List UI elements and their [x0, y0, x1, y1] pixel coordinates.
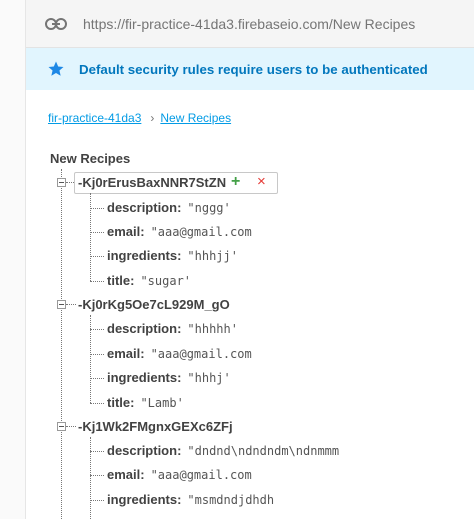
field-name: email:	[107, 467, 145, 482]
tree-guide	[90, 437, 91, 519]
breadcrumb-current-link[interactable]: New Recipes	[160, 111, 231, 125]
tree-guide	[90, 475, 104, 476]
collapse-toggle[interactable]	[57, 300, 66, 309]
node-key[interactable]: -Kj0rKg5Oe7cL929M_gO	[78, 297, 230, 312]
field-value: "aaa@gmail.com	[150, 468, 252, 482]
remove-node-icon[interactable]: ×	[257, 174, 266, 190]
link-icon	[45, 17, 67, 30]
field-row[interactable]: ingredients: "hhhj'	[107, 370, 231, 385]
tree-guide	[90, 193, 91, 281]
node-key[interactable]: -Kj1Wk2FMgnxGEXc6ZFj	[78, 419, 233, 434]
field-name: ingredients:	[107, 492, 182, 507]
field-name: description:	[107, 200, 182, 215]
tree-guide	[90, 354, 104, 355]
field-name: description:	[107, 321, 182, 336]
tree-guide	[90, 500, 104, 501]
field-row[interactable]: email: "aaa@gmail.com	[107, 224, 252, 239]
field-value: "dndnd\ndndndm\ndnmmm	[187, 444, 340, 458]
breadcrumb-root-link[interactable]: fir-practice-41da3	[48, 111, 141, 125]
field-value: "nggg'	[187, 201, 231, 215]
field-value: "aaa@gmail.com	[150, 225, 252, 239]
tree-guide	[90, 451, 104, 452]
field-row[interactable]: title: "Lamb'	[107, 395, 184, 410]
field-row[interactable]: email: "aaa@gmail.com	[107, 346, 252, 361]
field-name: ingredients:	[107, 248, 182, 263]
add-child-icon[interactable]: +	[231, 174, 240, 190]
field-row[interactable]: description: "dndnd\ndndndm\ndnmmm	[107, 443, 339, 458]
tree-guide	[90, 256, 104, 257]
tree-guide	[90, 403, 104, 404]
database-url[interactable]: https://fir-practice-41da3.firebaseio.co…	[83, 16, 415, 32]
tree-guide	[61, 169, 62, 519]
left-rail	[0, 0, 26, 519]
field-row[interactable]: ingredients: "hhhjj'	[107, 248, 238, 263]
field-name: email:	[107, 224, 145, 239]
tree-root-label[interactable]: New Recipes	[50, 151, 130, 166]
banner-message: Default security rules require users to …	[79, 61, 428, 77]
field-row[interactable]: email: "aaa@gmail.com	[107, 467, 252, 482]
field-value: "hhhj'	[187, 371, 231, 385]
field-value: "hhhjj'	[187, 249, 238, 263]
security-banner: Default security rules require users to …	[26, 48, 474, 90]
breadcrumb-separator: ›	[150, 111, 155, 125]
field-value: "Lamb'	[140, 396, 184, 410]
field-row[interactable]: description: "hhhhh'	[107, 321, 238, 336]
url-bar: https://fir-practice-41da3.firebaseio.co…	[26, 0, 474, 48]
breadcrumb: fir-practice-41da3 › New Recipes	[48, 111, 231, 125]
field-value: "aaa@gmail.com	[150, 347, 252, 361]
field-name: email:	[107, 346, 145, 361]
tree-guide	[90, 329, 104, 330]
collapse-toggle[interactable]	[57, 178, 66, 187]
tree-guide	[90, 281, 104, 282]
field-value: "hhhhh'	[187, 322, 238, 336]
node-key[interactable]: -Kj0rErusBaxNNR7StZN	[78, 175, 226, 190]
collapse-toggle[interactable]	[57, 422, 66, 431]
field-row[interactable]: ingredients: "msmdndjdhdh	[107, 492, 274, 507]
tree-guide	[66, 426, 76, 427]
field-value: "sugar'	[140, 274, 192, 288]
tree-guide	[90, 208, 104, 209]
field-name: ingredients:	[107, 370, 182, 385]
field-value: "msmdndjdhdh	[187, 493, 275, 507]
field-name: title:	[107, 273, 135, 288]
star-icon	[48, 61, 64, 76]
tree-guide	[90, 232, 104, 233]
field-row[interactable]: title: "sugar'	[107, 273, 191, 288]
tree-guide	[90, 378, 104, 379]
tree-guide	[66, 304, 76, 305]
field-row[interactable]: description: "nggg'	[107, 200, 231, 215]
field-name: description:	[107, 443, 182, 458]
field-name: title:	[107, 395, 135, 410]
